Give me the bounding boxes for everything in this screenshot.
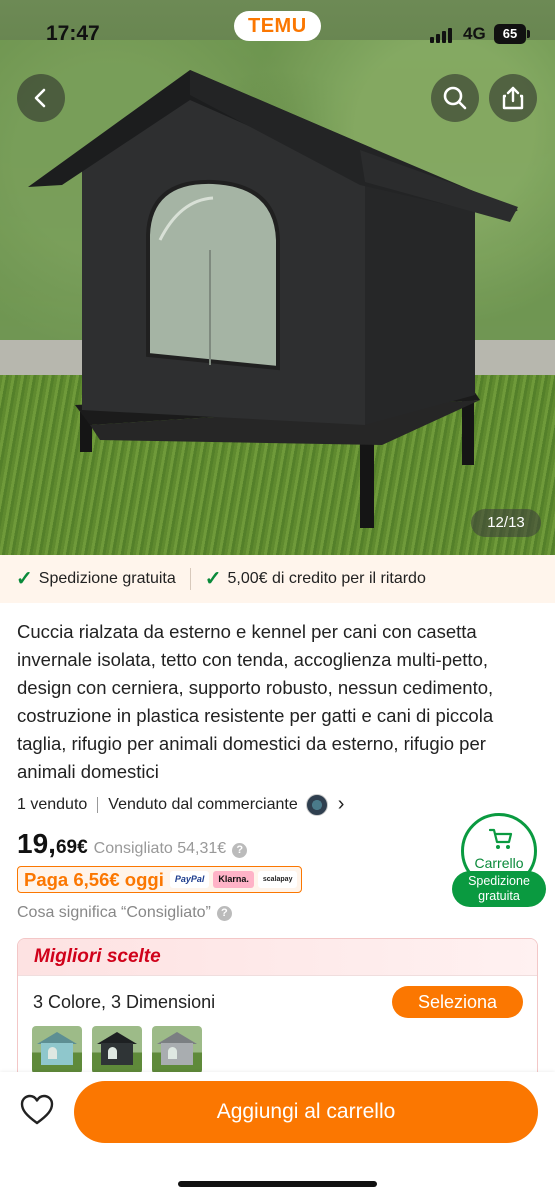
variant-thumbnail-black[interactable] <box>92 1026 142 1074</box>
recommended-price: Consigliato 54,31€ <box>93 840 227 857</box>
free-shipping-pill: Spedizione gratuita <box>452 871 546 907</box>
check-icon: ✓ <box>16 568 33 590</box>
image-counter: 12/13 <box>471 509 541 537</box>
price-row: 19, 69€ Consigliato 54,31€ ? <box>17 828 248 860</box>
product-title: Cuccia rialzata da esterno e kennel per … <box>17 621 494 782</box>
status-bar: 17:47 TEMU 4G 65 <box>0 0 555 70</box>
cart-icon <box>489 828 513 849</box>
check-icon: ✓ <box>204 568 222 590</box>
sold-count: 1 venduto <box>17 795 88 813</box>
home-indicator <box>178 1181 377 1187</box>
seller-avatar <box>305 793 328 816</box>
cart-label: Carrello <box>474 855 524 871</box>
rrp-explanation-text: Cosa significa “Consigliato” <box>17 904 211 921</box>
pay-today-text: Paga 6,56€ oggi <box>24 868 164 890</box>
pay-later-box[interactable]: Paga 6,56€ oggi PayPal Klarna. scalapay <box>17 866 303 893</box>
battery-icon: 65 <box>494 24 530 44</box>
variant-thumbnails <box>32 1026 202 1074</box>
seller-row[interactable]: 1 venduto Venduto dal commerciante › <box>17 793 344 816</box>
benefits-bar[interactable]: ✓ Spedizione gratuita ✓ 5,00€ di credito… <box>0 555 555 603</box>
help-icon[interactable]: ? <box>232 843 248 858</box>
back-button[interactable] <box>17 74 65 122</box>
brand-logo: TEMU <box>234 11 321 41</box>
signal-icon <box>430 28 452 43</box>
best-picks-header: Migliori scelte <box>18 939 537 975</box>
select-variant-button[interactable]: Seleziona <box>392 986 523 1018</box>
variant-thumbnail-grey[interactable] <box>152 1026 202 1074</box>
price-integer: 19, <box>17 828 56 859</box>
share-button[interactable] <box>489 74 537 122</box>
help-icon: ? <box>216 905 232 921</box>
chevron-right-icon: › <box>337 793 345 815</box>
search-button[interactable] <box>431 74 479 122</box>
benefit-label: Spedizione gratuita <box>38 570 176 587</box>
price-decimal: 69€ <box>55 837 88 858</box>
scalapay-logo: scalapay <box>257 871 298 888</box>
variant-summary: 3 Colore, 3 Dimensioni <box>33 992 216 1012</box>
chevron-left-icon <box>34 88 46 108</box>
status-time: 17:47 <box>46 22 100 45</box>
best-picks-card: Migliori scelte 3 Colore, 3 Dimensioni S… <box>17 938 538 1088</box>
seller-label: Venduto dal commerciante <box>108 795 298 813</box>
benefit-label: 5,00€ di credito per il ritardo <box>227 570 426 587</box>
klarna-logo: Klarna. <box>213 871 254 888</box>
variant-thumbnail-blue[interactable] <box>32 1026 82 1074</box>
search-icon <box>443 86 467 110</box>
benefit-free-shipping[interactable]: ✓ Spedizione gratuita <box>16 569 176 589</box>
rrp-explanation-link[interactable]: Cosa significa “Consigliato” ? <box>17 904 232 922</box>
network-type: 4G <box>463 24 486 43</box>
benefit-delay-credit[interactable]: ✓ 5,00€ di credito per il ritardo <box>205 569 426 589</box>
add-to-cart-button[interactable]: Aggiungi al carrello <box>74 1081 538 1143</box>
divider <box>189 568 191 590</box>
bottom-action-bar: Aggiungi al carrello <box>0 1072 555 1200</box>
share-icon <box>502 86 524 110</box>
paypal-logo: PayPal <box>169 871 210 888</box>
divider <box>97 796 99 813</box>
heart-icon[interactable] <box>20 1094 54 1126</box>
